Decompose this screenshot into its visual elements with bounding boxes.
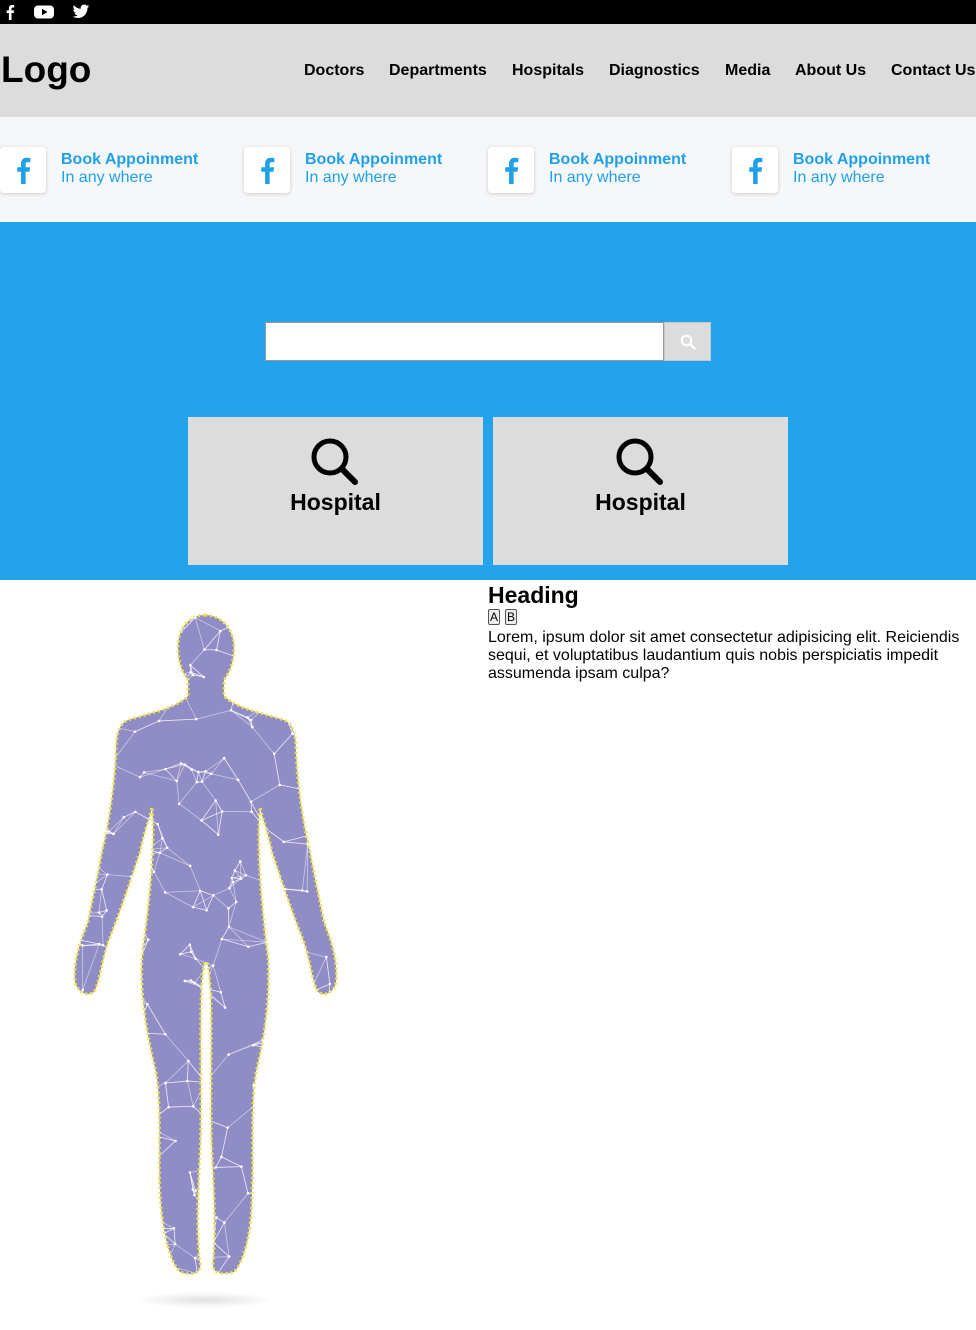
logo[interactable]: Logo <box>1 50 91 90</box>
facebook-icon <box>488 147 534 193</box>
top-bar <box>0 0 976 24</box>
nav-about-us[interactable]: About Us <box>795 61 866 81</box>
nav-contact-us[interactable]: Contact Us <box>891 61 975 81</box>
search-icon <box>680 334 696 350</box>
youtube-icon[interactable] <box>34 4 54 20</box>
nav-media[interactable]: Media <box>725 61 770 81</box>
search-button[interactable] <box>664 322 711 361</box>
toggle-a-button[interactable]: A <box>488 609 500 625</box>
facebook-icon <box>244 147 290 193</box>
nav-diagnostics[interactable]: Diagnostics <box>609 61 700 81</box>
nav-departments[interactable]: Departments <box>389 61 487 81</box>
book-appointment-title: Book Appoinment <box>305 151 443 168</box>
search-icon <box>311 438 358 485</box>
book-appointment-item[interactable]: Book Appoinment In any where <box>244 147 484 193</box>
book-appointment-subtitle: In any where <box>305 169 397 186</box>
book-appointment-item[interactable]: Book Appoinment In any where <box>732 147 972 193</box>
hero-section: Hospital Hospital <box>0 222 976 580</box>
search-icon <box>616 438 663 485</box>
book-appointment-subtitle: In any where <box>793 169 885 186</box>
book-appointment-title: Book Appoinment <box>61 151 199 168</box>
book-appointment-subtitle: In any where <box>61 169 153 186</box>
section-heading: Heading <box>488 582 579 608</box>
facebook-icon[interactable] <box>5 4 15 20</box>
human-body-illustration <box>70 612 345 1317</box>
hospital-card[interactable]: Hospital <box>493 417 788 565</box>
header: Logo Doctors Departments Hospitals Diagn… <box>0 24 976 117</box>
book-appointment-title: Book Appoinment <box>549 151 687 168</box>
search-input[interactable] <box>265 322 664 361</box>
hospital-card-label: Hospital <box>290 489 381 515</box>
book-appointment-title: Book Appoinment <box>793 151 931 168</box>
hospital-card[interactable]: Hospital <box>188 417 483 565</box>
nav-doctors[interactable]: Doctors <box>304 61 364 81</box>
section-paragraph: Lorem, ipsum dolor sit amet consectetur … <box>488 629 960 682</box>
nav-hospitals[interactable]: Hospitals <box>512 61 584 81</box>
facebook-icon <box>732 147 778 193</box>
hospital-card-label: Hospital <box>595 489 686 515</box>
toggle-b-button[interactable]: B <box>505 609 517 625</box>
book-appointment-subtitle: In any where <box>549 169 641 186</box>
book-appointment-item[interactable]: Book Appoinment In any where <box>488 147 728 193</box>
twitter-icon[interactable] <box>72 4 90 20</box>
book-appointment-item[interactable]: Book Appoinment In any where <box>0 147 240 193</box>
facebook-icon <box>0 147 46 193</box>
booking-strip: Book Appoinment In any where Book Appoin… <box>0 117 976 222</box>
